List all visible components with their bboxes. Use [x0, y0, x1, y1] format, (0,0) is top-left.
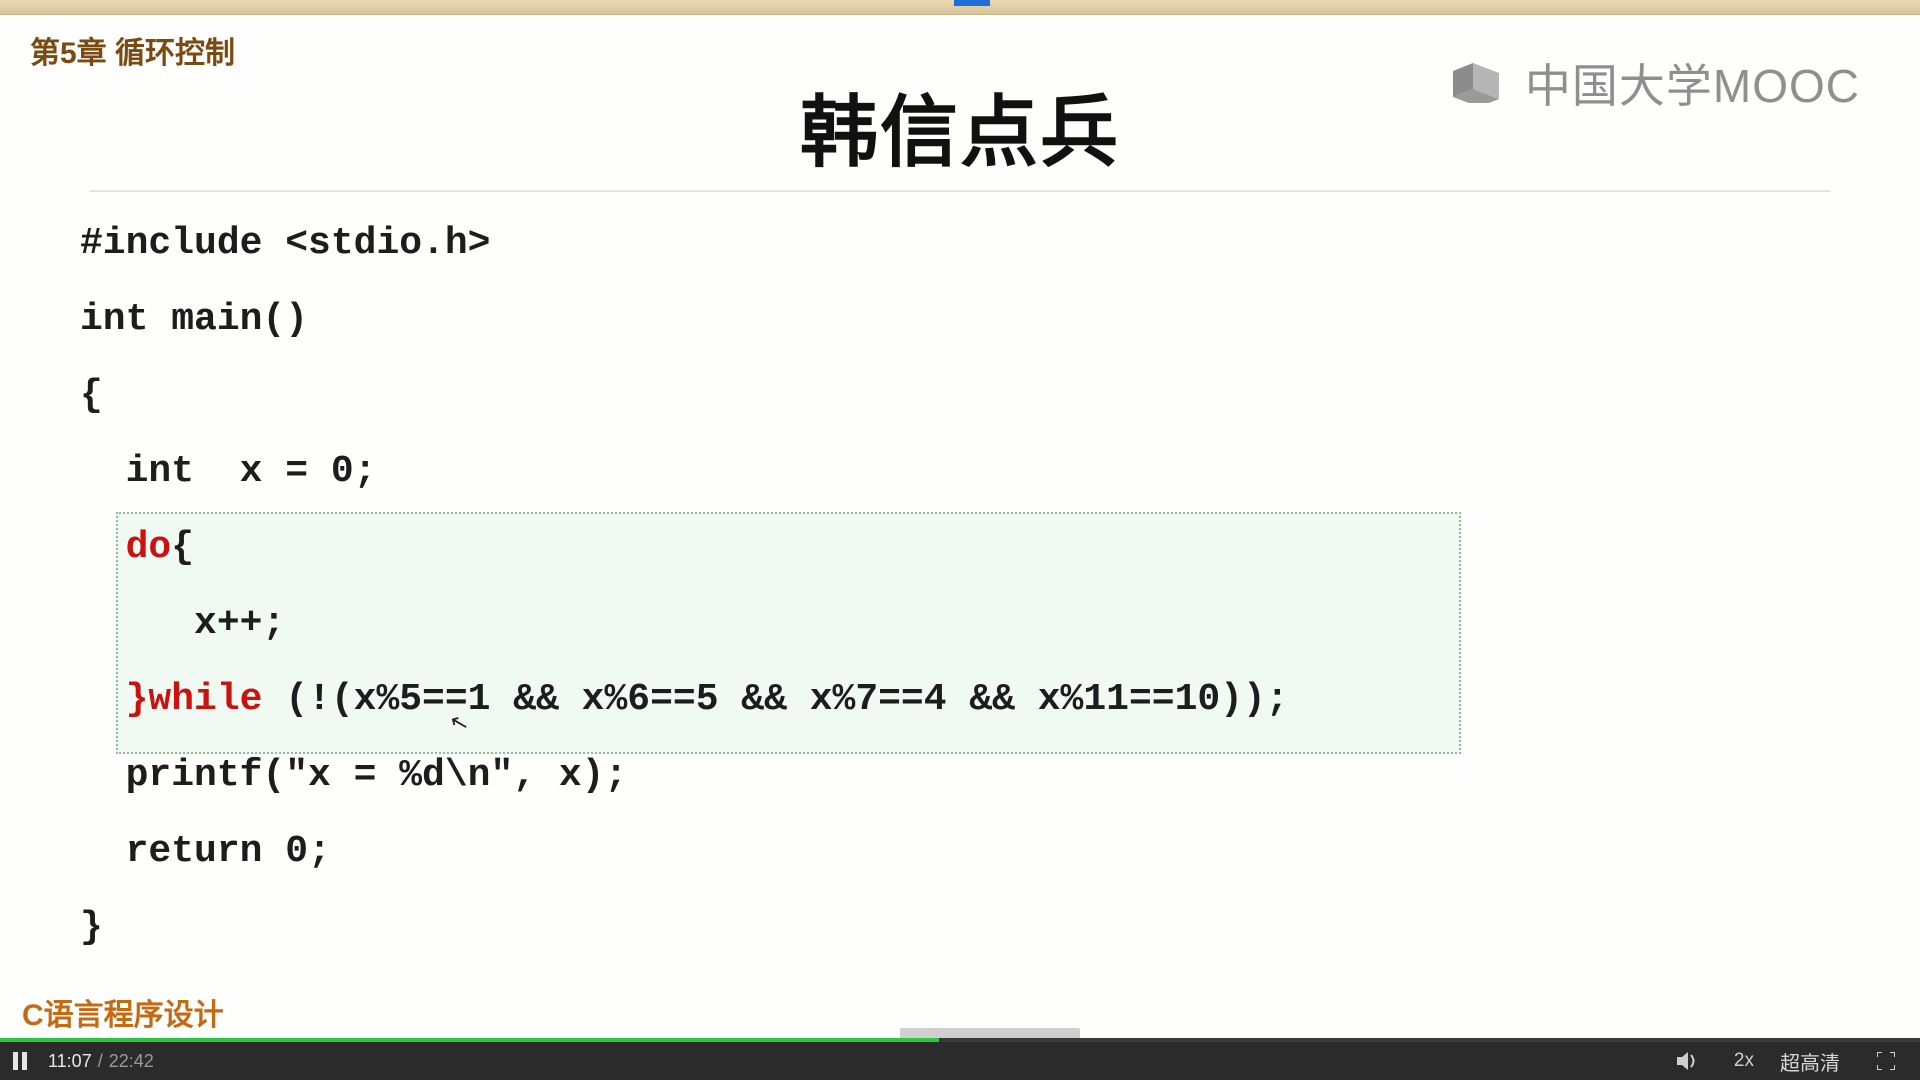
fullscreen-button[interactable]: [1866, 1042, 1906, 1080]
code-line: return 0;: [80, 833, 1289, 871]
code-line: int x = 0;: [80, 453, 1289, 491]
code-keyword-do: do: [80, 526, 171, 569]
fullscreen-icon: [1877, 1052, 1895, 1070]
code-block: #include <stdio.h> int main() { int x = …: [80, 225, 1289, 985]
current-time: 11:07: [48, 1051, 92, 1071]
code-line: }: [80, 909, 1289, 947]
title-rule: [90, 190, 1830, 192]
code-line: do{: [80, 529, 1289, 567]
code-line: #include <stdio.h>: [80, 225, 1289, 263]
slide-title: 韩信点兵: [0, 70, 1920, 182]
code-line: int main(): [80, 301, 1289, 339]
pause-icon: [12, 1052, 28, 1070]
quality-selector[interactable]: 超高清: [1780, 1047, 1840, 1076]
slide: 第5章 循环控制 中国大学MOOC 韩信点兵 #include <stdio.h…: [0, 0, 1920, 1042]
code-line: printf("x = %d\n", x);: [80, 757, 1289, 795]
slide-top-accent: [954, 0, 990, 6]
code-line: x++;: [80, 605, 1289, 643]
code-line: {: [80, 377, 1289, 415]
slide-footer: C语言程序设计: [22, 990, 224, 1034]
chapter-label: 第5章 循环控制: [30, 28, 235, 72]
time-display: 11:07/22:42: [48, 1051, 154, 1072]
playback-speed[interactable]: 2x: [1734, 1050, 1754, 1072]
code-line: }while (!(x%5==1 && x%6==5 && x%7==4 && …: [80, 681, 1289, 719]
video-area: 第5章 循环控制 中国大学MOOC 韩信点兵 #include <stdio.h…: [0, 0, 1920, 1042]
volume-icon: [1677, 1052, 1699, 1070]
volume-button[interactable]: [1668, 1042, 1708, 1080]
player-controls: 11:07/22:42 2x 超高清: [0, 1042, 1920, 1080]
code-keyword-while: }while: [80, 678, 285, 721]
pause-button[interactable]: [0, 1042, 40, 1080]
slide-top-strip: [0, 0, 1920, 15]
duration: 22:42: [109, 1051, 154, 1071]
